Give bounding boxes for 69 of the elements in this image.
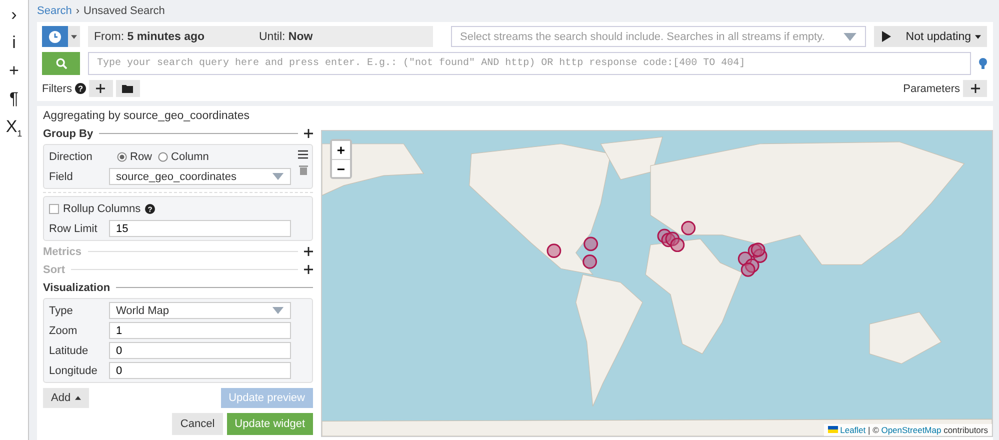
breadcrumb-link[interactable]: Search [37,5,72,17]
type-select[interactable]: World Map [109,302,291,319]
row-limit-input[interactable]: 15 [109,220,291,237]
plus-icon[interactable] [304,247,313,256]
field-label: Longitude [49,364,98,376]
search-button[interactable] [42,52,80,75]
add-button[interactable]: Add [43,388,89,408]
filters-label: Filters [42,82,72,94]
plus-icon [970,84,980,93]
field-label: Type [49,304,74,316]
text-input[interactable]: 0 [109,362,291,379]
caret-up-icon [74,396,81,400]
cancel-button[interactable]: Cancel [172,413,223,435]
section-heading: Sort [43,264,65,276]
plus-icon[interactable] [304,265,313,274]
caret-icon [272,307,284,314]
zoom-out-button[interactable]: − [332,159,350,177]
caret-icon [71,34,77,38]
field-label: Latitude [49,344,90,356]
plus-icon[interactable] [304,129,313,138]
section-heading: Metrics [43,246,82,258]
play-icon [882,31,892,42]
breadcrumb-current: Unsaved Search [84,5,165,17]
flag-icon [828,426,838,433]
field-label: Row Limit [49,222,98,234]
refresh-dropdown[interactable]: Not updating [900,26,987,47]
sidebar-item[interactable]: ¶ [2,88,26,110]
caret-icon [272,173,284,180]
widget-title: Aggregating by source_geo_coordinates [43,110,251,124]
sidebar-item[interactable]: › [2,4,26,26]
sidebar-item[interactable]: + [2,60,26,82]
caret-icon [975,34,981,38]
map-attribution: Leaflet | © OpenStreetMap contributors [824,424,992,436]
section-heading: Group By [43,128,94,140]
sidebar-item[interactable]: X$_{1}$ [2,116,26,144]
play-button[interactable] [874,26,900,47]
add-filter-button[interactable] [88,80,113,97]
clock-icon [49,30,61,42]
attribution-link[interactable]: OpenStreetMap [881,425,942,435]
query-input[interactable]: Type your search query here and press enter. E.g.: ("not found" AND http) OR http response code:[400 TO 404] [88,52,971,75]
breadcrumb-separator: › [76,5,80,17]
plus-icon [96,84,106,93]
radio-option[interactable]: Row [117,150,152,162]
trash-icon[interactable] [298,165,308,175]
checkbox[interactable] [49,204,59,214]
sidebar-item[interactable]: i [2,32,26,54]
help-icon: ? [74,83,86,94]
parameters-label: Parameters [903,82,960,94]
help-icon: ? [144,204,155,214]
field-label: Direction [49,150,94,162]
lightbulb-icon [979,58,987,70]
drag-handle-icon[interactable] [298,150,308,159]
checkbox-label: Rollup Columns [63,202,141,214]
from-text: From: 5 minutes ago [94,30,206,42]
caret-icon [842,32,857,40]
until-text: Until: Now [259,30,313,42]
text-input[interactable]: 1 [109,322,291,339]
radio-option[interactable]: Column [158,150,209,162]
search-icon [56,58,66,69]
time-range-button[interactable] [42,26,80,47]
text-input[interactable]: 0 [109,342,291,359]
folder-button[interactable] [116,80,140,97]
field-label: Field [49,170,74,182]
section-heading: Visualization [43,282,110,294]
field-label: Zoom [49,324,78,336]
field-select[interactable]: source_geo_coordinates [109,168,291,185]
attribution-link[interactable]: Leaflet [840,425,866,435]
add-parameter-button[interactable] [963,80,987,97]
folder-icon [122,84,134,93]
